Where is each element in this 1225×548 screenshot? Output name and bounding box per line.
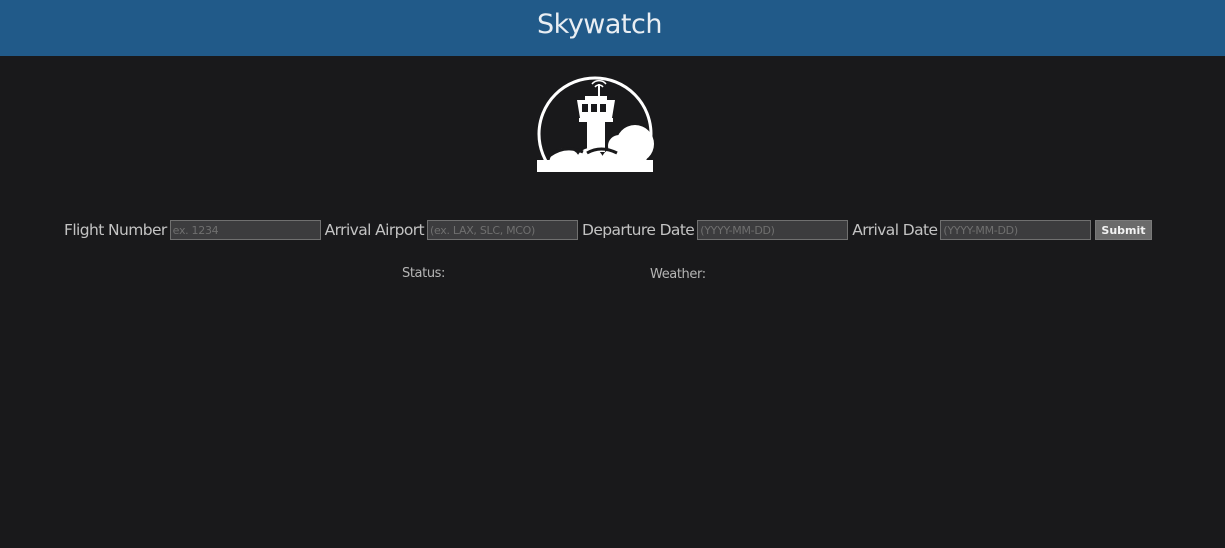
arrival-airport-input[interactable] <box>427 220 579 240</box>
arrival-date-input[interactable] <box>940 220 1092 240</box>
submit-button[interactable]: Submit <box>1095 220 1152 240</box>
flight-search-form: Flight Number Arrival Airport Departure … <box>64 218 1152 242</box>
departure-date-label: Departure Date <box>582 221 695 239</box>
weather-label: Weather: <box>650 267 706 282</box>
departure-date-input[interactable] <box>697 220 849 240</box>
app-header: Skywatch <box>0 0 1225 56</box>
flight-number-input[interactable] <box>169 220 321 240</box>
arrival-airport-label: Arrival Airport <box>324 221 425 239</box>
arrival-date-label: Arrival Date <box>852 221 938 239</box>
status-label: Status: <box>402 266 446 281</box>
control-tower-icon <box>537 76 654 172</box>
flight-number-label: Flight Number <box>64 221 167 239</box>
app-title: Skywatch <box>537 9 662 40</box>
